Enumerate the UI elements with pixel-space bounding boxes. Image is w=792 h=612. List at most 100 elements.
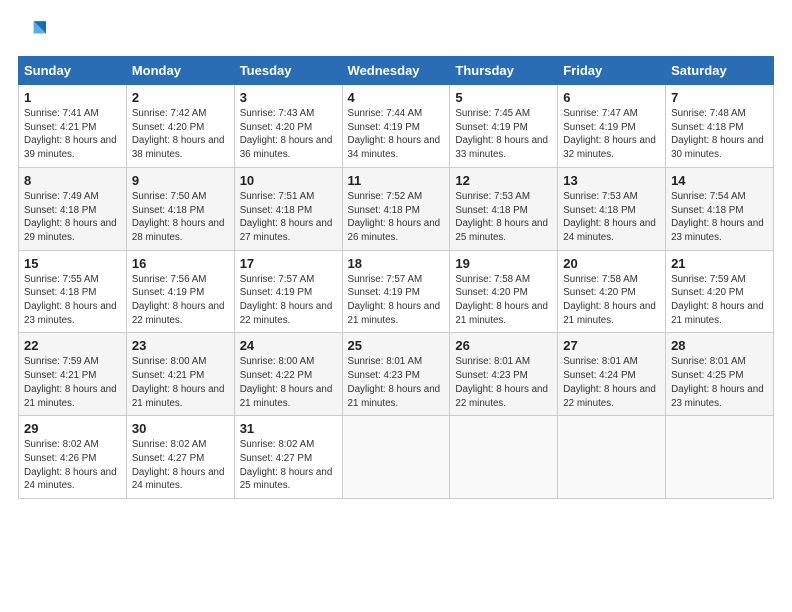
day-info: Sunrise: 7:57 AM Sunset: 4:19 PM Dayligh… [240, 273, 337, 328]
calendar-header-row: SundayMondayTuesdayWednesdayThursdayFrid… [19, 57, 774, 85]
calendar-cell: 7 Sunrise: 7:48 AM Sunset: 4:18 PM Dayli… [666, 85, 774, 168]
col-header-thursday: Thursday [450, 57, 558, 85]
day-info: Sunrise: 8:01 AM Sunset: 4:25 PM Dayligh… [671, 355, 768, 410]
calendar-cell: 10 Sunrise: 7:51 AM Sunset: 4:18 PM Dayl… [234, 167, 342, 250]
day-info: Sunrise: 7:55 AM Sunset: 4:18 PM Dayligh… [24, 273, 121, 328]
calendar-week-4: 22 Sunrise: 7:59 AM Sunset: 4:21 PM Dayl… [19, 333, 774, 416]
col-header-saturday: Saturday [666, 57, 774, 85]
calendar-cell: 28 Sunrise: 8:01 AM Sunset: 4:25 PM Dayl… [666, 333, 774, 416]
calendar-week-2: 8 Sunrise: 7:49 AM Sunset: 4:18 PM Dayli… [19, 167, 774, 250]
day-number: 10 [240, 173, 337, 188]
day-info: Sunrise: 7:56 AM Sunset: 4:19 PM Dayligh… [132, 273, 229, 328]
day-number: 3 [240, 90, 337, 105]
day-number: 26 [455, 338, 552, 353]
calendar-cell: 27 Sunrise: 8:01 AM Sunset: 4:24 PM Dayl… [558, 333, 666, 416]
day-number: 6 [563, 90, 660, 105]
calendar-cell: 8 Sunrise: 7:49 AM Sunset: 4:18 PM Dayli… [19, 167, 127, 250]
day-info: Sunrise: 8:01 AM Sunset: 4:23 PM Dayligh… [455, 355, 552, 410]
day-number: 17 [240, 256, 337, 271]
day-info: Sunrise: 7:53 AM Sunset: 4:18 PM Dayligh… [563, 190, 660, 245]
day-number: 19 [455, 256, 552, 271]
calendar-cell: 13 Sunrise: 7:53 AM Sunset: 4:18 PM Dayl… [558, 167, 666, 250]
day-info: Sunrise: 7:41 AM Sunset: 4:21 PM Dayligh… [24, 107, 121, 162]
day-number: 29 [24, 421, 121, 436]
day-number: 15 [24, 256, 121, 271]
calendar-cell: 4 Sunrise: 7:44 AM Sunset: 4:19 PM Dayli… [342, 85, 450, 168]
day-info: Sunrise: 7:59 AM Sunset: 4:20 PM Dayligh… [671, 273, 768, 328]
calendar-week-3: 15 Sunrise: 7:55 AM Sunset: 4:18 PM Dayl… [19, 250, 774, 333]
col-header-friday: Friday [558, 57, 666, 85]
page-header [18, 18, 774, 46]
calendar-cell: 23 Sunrise: 8:00 AM Sunset: 4:21 PM Dayl… [126, 333, 234, 416]
calendar-cell: 11 Sunrise: 7:52 AM Sunset: 4:18 PM Dayl… [342, 167, 450, 250]
calendar-cell: 30 Sunrise: 8:02 AM Sunset: 4:27 PM Dayl… [126, 416, 234, 499]
calendar-cell [450, 416, 558, 499]
calendar-cell: 16 Sunrise: 7:56 AM Sunset: 4:19 PM Dayl… [126, 250, 234, 333]
col-header-tuesday: Tuesday [234, 57, 342, 85]
day-info: Sunrise: 7:58 AM Sunset: 4:20 PM Dayligh… [563, 273, 660, 328]
col-header-monday: Monday [126, 57, 234, 85]
day-number: 22 [24, 338, 121, 353]
day-number: 13 [563, 173, 660, 188]
day-number: 9 [132, 173, 229, 188]
day-info: Sunrise: 7:54 AM Sunset: 4:18 PM Dayligh… [671, 190, 768, 245]
day-info: Sunrise: 8:01 AM Sunset: 4:24 PM Dayligh… [563, 355, 660, 410]
calendar-cell: 18 Sunrise: 7:57 AM Sunset: 4:19 PM Dayl… [342, 250, 450, 333]
day-info: Sunrise: 7:52 AM Sunset: 4:18 PM Dayligh… [348, 190, 445, 245]
day-info: Sunrise: 8:02 AM Sunset: 4:26 PM Dayligh… [24, 438, 121, 493]
calendar-cell [558, 416, 666, 499]
calendar-cell: 9 Sunrise: 7:50 AM Sunset: 4:18 PM Dayli… [126, 167, 234, 250]
day-info: Sunrise: 7:42 AM Sunset: 4:20 PM Dayligh… [132, 107, 229, 162]
calendar-cell: 15 Sunrise: 7:55 AM Sunset: 4:18 PM Dayl… [19, 250, 127, 333]
day-info: Sunrise: 7:47 AM Sunset: 4:19 PM Dayligh… [563, 107, 660, 162]
calendar-cell: 3 Sunrise: 7:43 AM Sunset: 4:20 PM Dayli… [234, 85, 342, 168]
day-number: 16 [132, 256, 229, 271]
calendar-cell: 20 Sunrise: 7:58 AM Sunset: 4:20 PM Dayl… [558, 250, 666, 333]
day-number: 1 [24, 90, 121, 105]
calendar-cell: 21 Sunrise: 7:59 AM Sunset: 4:20 PM Dayl… [666, 250, 774, 333]
day-info: Sunrise: 7:51 AM Sunset: 4:18 PM Dayligh… [240, 190, 337, 245]
day-number: 21 [671, 256, 768, 271]
day-info: Sunrise: 7:53 AM Sunset: 4:18 PM Dayligh… [455, 190, 552, 245]
day-number: 7 [671, 90, 768, 105]
day-number: 23 [132, 338, 229, 353]
day-info: Sunrise: 8:02 AM Sunset: 4:27 PM Dayligh… [240, 438, 337, 493]
calendar-cell: 31 Sunrise: 8:02 AM Sunset: 4:27 PM Dayl… [234, 416, 342, 499]
day-info: Sunrise: 7:57 AM Sunset: 4:19 PM Dayligh… [348, 273, 445, 328]
day-number: 2 [132, 90, 229, 105]
day-info: Sunrise: 7:48 AM Sunset: 4:18 PM Dayligh… [671, 107, 768, 162]
calendar-cell: 5 Sunrise: 7:45 AM Sunset: 4:19 PM Dayli… [450, 85, 558, 168]
calendar-cell: 19 Sunrise: 7:58 AM Sunset: 4:20 PM Dayl… [450, 250, 558, 333]
calendar-cell: 25 Sunrise: 8:01 AM Sunset: 4:23 PM Dayl… [342, 333, 450, 416]
col-header-wednesday: Wednesday [342, 57, 450, 85]
day-info: Sunrise: 7:49 AM Sunset: 4:18 PM Dayligh… [24, 190, 121, 245]
calendar-cell [342, 416, 450, 499]
day-number: 24 [240, 338, 337, 353]
calendar-cell: 6 Sunrise: 7:47 AM Sunset: 4:19 PM Dayli… [558, 85, 666, 168]
day-number: 14 [671, 173, 768, 188]
calendar-table: SundayMondayTuesdayWednesdayThursdayFrid… [18, 56, 774, 499]
day-info: Sunrise: 7:43 AM Sunset: 4:20 PM Dayligh… [240, 107, 337, 162]
day-info: Sunrise: 8:02 AM Sunset: 4:27 PM Dayligh… [132, 438, 229, 493]
calendar-cell: 14 Sunrise: 7:54 AM Sunset: 4:18 PM Dayl… [666, 167, 774, 250]
calendar-cell: 17 Sunrise: 7:57 AM Sunset: 4:19 PM Dayl… [234, 250, 342, 333]
day-info: Sunrise: 8:00 AM Sunset: 4:21 PM Dayligh… [132, 355, 229, 410]
day-info: Sunrise: 8:00 AM Sunset: 4:22 PM Dayligh… [240, 355, 337, 410]
day-info: Sunrise: 7:44 AM Sunset: 4:19 PM Dayligh… [348, 107, 445, 162]
day-number: 11 [348, 173, 445, 188]
day-info: Sunrise: 7:59 AM Sunset: 4:21 PM Dayligh… [24, 355, 121, 410]
logo [18, 18, 50, 46]
day-number: 27 [563, 338, 660, 353]
col-header-sunday: Sunday [19, 57, 127, 85]
day-number: 8 [24, 173, 121, 188]
calendar-cell: 12 Sunrise: 7:53 AM Sunset: 4:18 PM Dayl… [450, 167, 558, 250]
day-number: 28 [671, 338, 768, 353]
day-info: Sunrise: 7:50 AM Sunset: 4:18 PM Dayligh… [132, 190, 229, 245]
day-number: 25 [348, 338, 445, 353]
day-info: Sunrise: 8:01 AM Sunset: 4:23 PM Dayligh… [348, 355, 445, 410]
day-number: 18 [348, 256, 445, 271]
day-number: 20 [563, 256, 660, 271]
calendar-cell: 29 Sunrise: 8:02 AM Sunset: 4:26 PM Dayl… [19, 416, 127, 499]
day-info: Sunrise: 7:58 AM Sunset: 4:20 PM Dayligh… [455, 273, 552, 328]
logo-icon [18, 18, 46, 46]
